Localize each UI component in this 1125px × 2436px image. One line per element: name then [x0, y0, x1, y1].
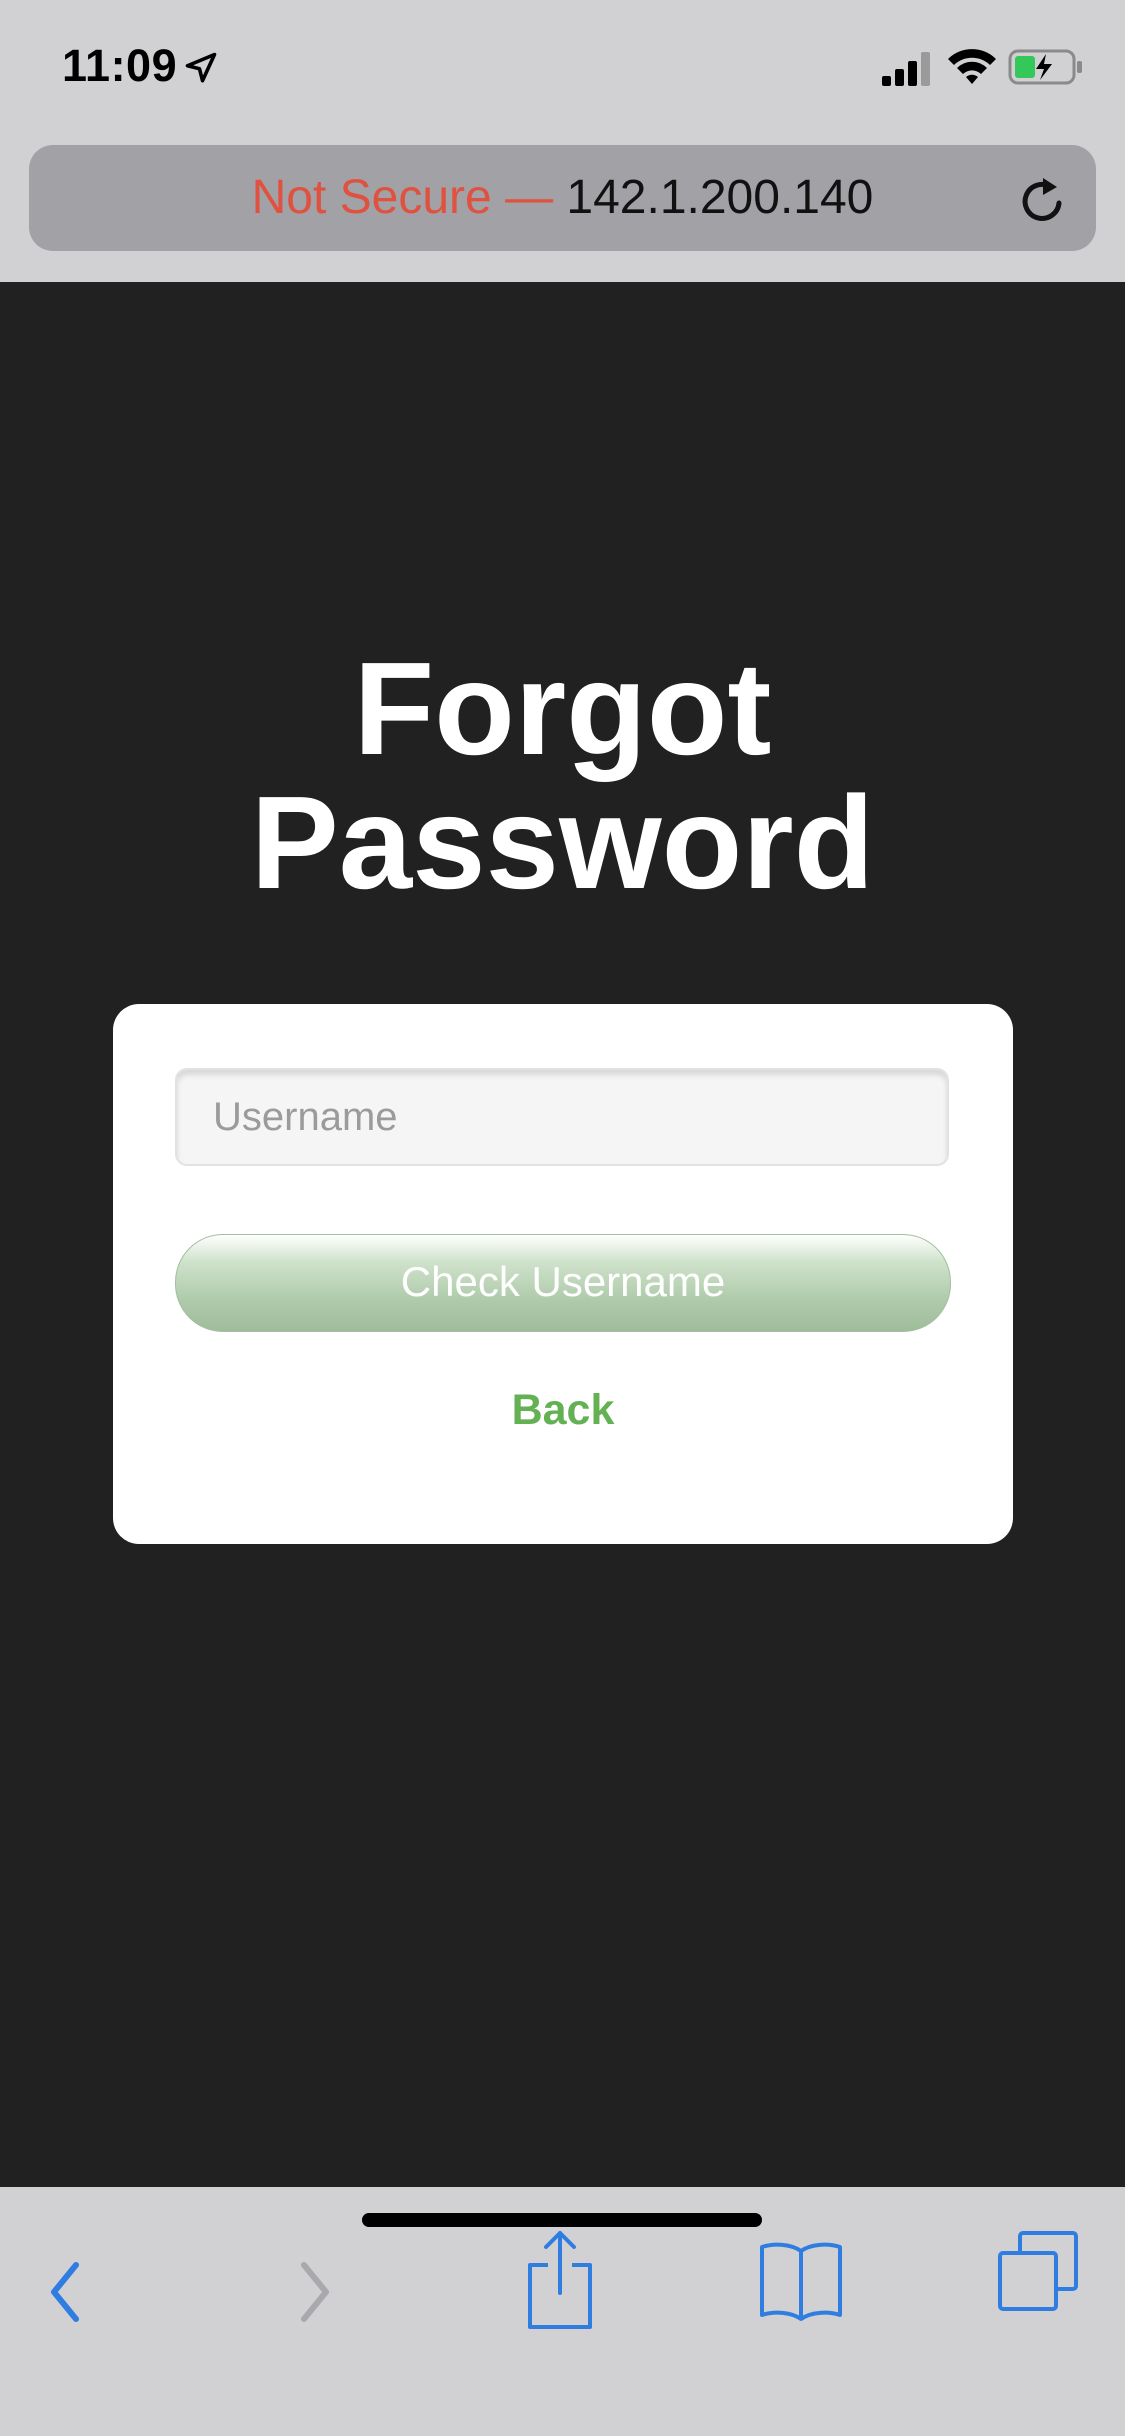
- chevron-right-icon[interactable]: [290, 2247, 340, 2337]
- address-text[interactable]: Not Secure — 142.1.200.140: [29, 170, 1096, 226]
- status-bar: 11:09: [0, 0, 1125, 140]
- status-time: 11:09: [62, 40, 178, 91]
- cellular-signal-icon: [882, 52, 930, 86]
- not-secure-label: Not Secure —: [251, 171, 554, 224]
- home-indicator[interactable]: [362, 2213, 762, 2227]
- chevron-left-icon[interactable]: [40, 2247, 90, 2337]
- bookmarks-icon[interactable]: [756, 2235, 846, 2325]
- reload-icon[interactable]: [1015, 173, 1071, 229]
- page-title: Forgot Password: [0, 642, 1125, 910]
- back-link[interactable]: Back: [113, 1386, 1013, 1435]
- username-input[interactable]: [175, 1068, 949, 1166]
- location-arrow-icon: [185, 52, 217, 83]
- page-content: Forgot Password Check Username Back: [0, 282, 1125, 2187]
- check-username-button[interactable]: Check Username: [175, 1234, 951, 1332]
- tabs-icon[interactable]: [996, 2229, 1080, 2313]
- url-host: 142.1.200.140: [566, 171, 874, 224]
- share-icon[interactable]: [524, 2227, 596, 2333]
- wifi-icon: [948, 49, 996, 84]
- title-line-1: Forgot: [353, 635, 772, 782]
- browser-toolbar: [0, 2187, 1125, 2436]
- battery-charging-icon: [1008, 49, 1082, 85]
- address-bar[interactable]: Not Secure — 142.1.200.140: [29, 145, 1096, 251]
- forgot-password-card: Check Username Back: [113, 1004, 1013, 1544]
- title-line-2: Password: [250, 769, 875, 916]
